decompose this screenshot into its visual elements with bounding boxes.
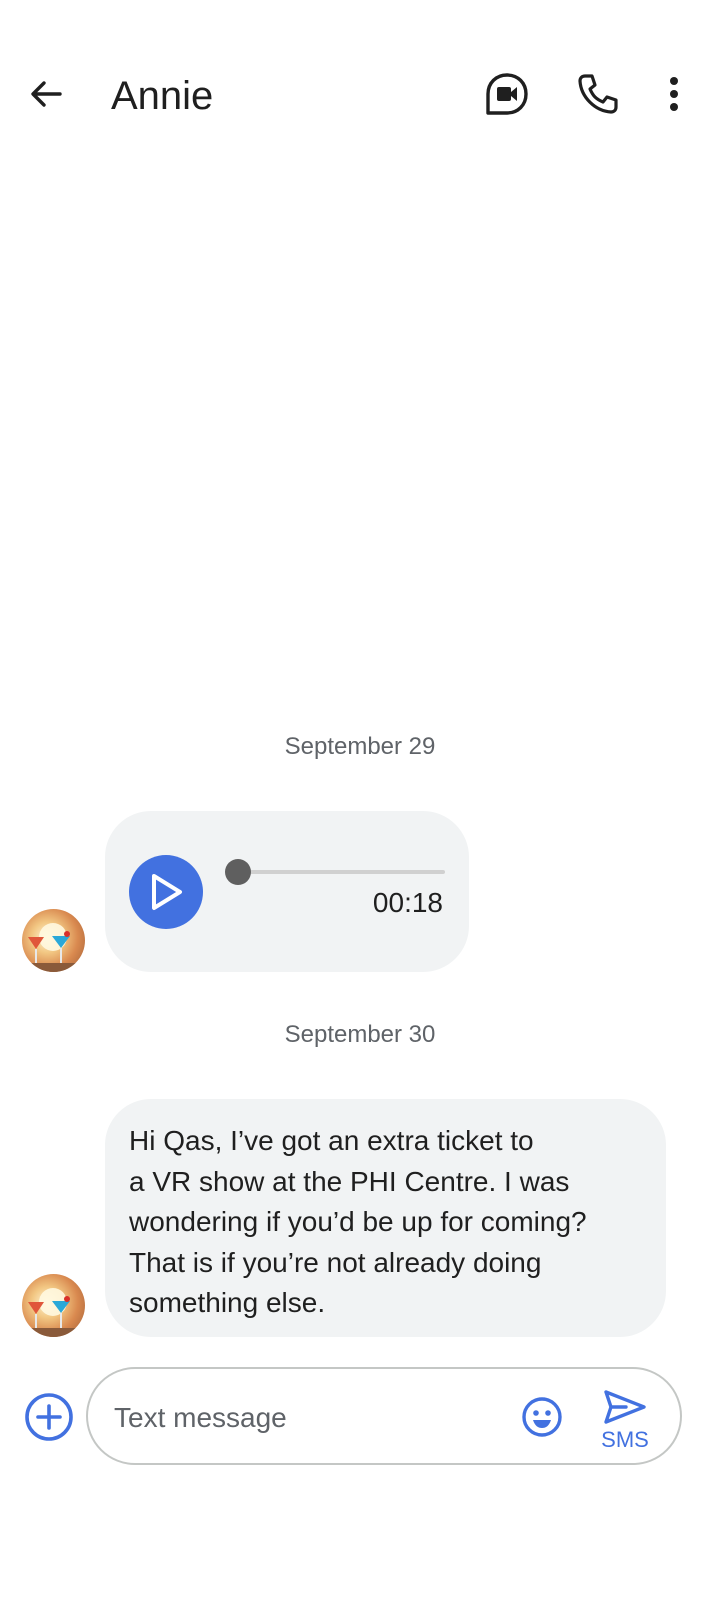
top-app-bar: Annie (0, 48, 720, 144)
audio-duration: 00:18 (372, 887, 443, 918)
text-message-bubble[interactable]: Hi Qas, I’ve got an extra ticket to a VR… (105, 1099, 666, 1337)
emoji-button[interactable] (520, 1395, 564, 1439)
cocktail-avatar-image (22, 923, 85, 972)
call-button[interactable] (570, 66, 626, 122)
more-vert-icon (670, 77, 678, 111)
compose-bar: SMS (0, 1366, 720, 1468)
date-separator: September 29 (284, 733, 436, 760)
back-button[interactable] (18, 66, 74, 122)
conversation-title: Annie (111, 74, 214, 118)
phone-icon (578, 74, 618, 114)
message-text: Hi Qas, I’ve got an extra ticket to a VR… (129, 1125, 587, 1318)
video-call-icon (486, 73, 528, 115)
more-options-button[interactable] (646, 66, 702, 122)
attach-button[interactable] (20, 1388, 78, 1446)
audio-message-bubble[interactable]: 00:18 (105, 811, 469, 972)
message-input[interactable] (112, 1392, 496, 1444)
emoji-icon (522, 1397, 562, 1437)
video-call-button[interactable] (479, 66, 535, 122)
contact-avatar[interactable] (22, 1274, 85, 1337)
audio-progress-thumb[interactable] (225, 859, 251, 885)
cocktail-avatar-image (22, 1288, 85, 1337)
arrow-back-icon (31, 81, 62, 107)
send-button[interactable]: SMS (590, 1383, 660, 1453)
play-button[interactable] (129, 855, 203, 929)
send-sms-label: SMS (601, 1427, 649, 1452)
add-circle-icon (25, 1393, 73, 1441)
play-icon (152, 874, 182, 910)
audio-progress-track[interactable] (225, 859, 445, 885)
message-compose-box: SMS (86, 1367, 682, 1465)
date-separator: September 30 (284, 1021, 436, 1048)
send-icon (604, 1390, 646, 1424)
contact-avatar[interactable] (22, 909, 85, 972)
